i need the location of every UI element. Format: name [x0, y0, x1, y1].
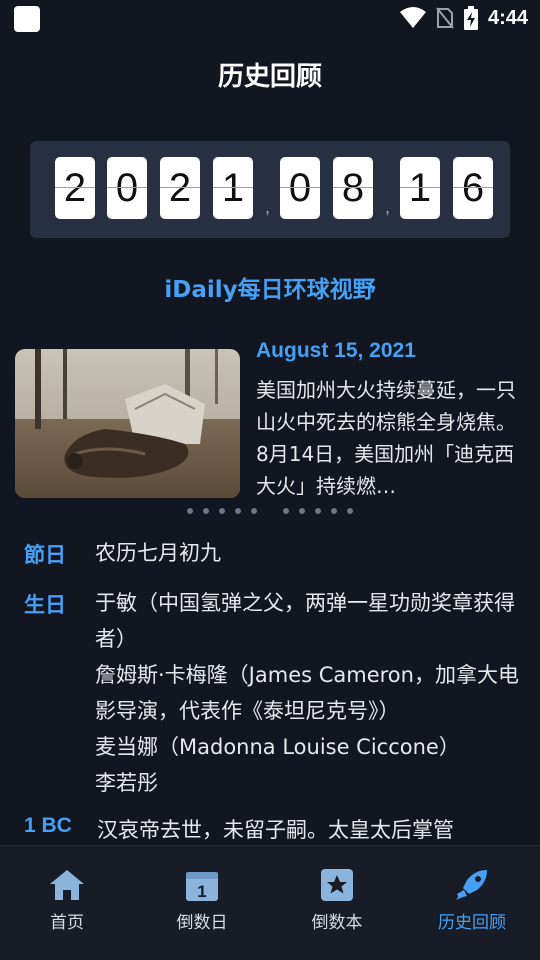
birthday-entry: 詹姆斯·卡梅隆（James Cameron，加拿大电影导演，代表作《泰坦尼克号》…	[95, 663, 519, 723]
rocket-icon	[456, 870, 487, 900]
date-separator: ,	[385, 197, 391, 217]
birthday-entry: 李若彤	[95, 771, 158, 795]
nav-history-review-label: 历史回顾	[438, 913, 506, 933]
date-display: 2 0 2 1 , 0 8 , 1 6	[30, 141, 510, 238]
carousel-dot	[283, 508, 289, 514]
birthday-label: 生日	[24, 593, 66, 617]
day-digit: 1	[400, 157, 440, 219]
nav-countdown-days-label: 倒数日	[176, 913, 228, 933]
battery-charging-icon	[463, 6, 478, 30]
app-notification-icon	[14, 6, 40, 32]
carousel-dot	[347, 508, 353, 514]
carousel-dots	[0, 508, 540, 514]
carousel-dot	[331, 508, 337, 514]
birthday-list: 于敏（中国氢弹之父，两弹一星功勋奖章获得者） 詹姆斯·卡梅隆（James Cam…	[95, 585, 525, 801]
carousel-dot	[315, 508, 321, 514]
year-digit: 1	[213, 157, 253, 219]
nav-countdown-days[interactable]: 1 倒数日	[147, 868, 257, 933]
page-title: 历史回顾	[217, 62, 322, 92]
carousel-dot	[203, 508, 209, 514]
date-separator: ,	[265, 197, 271, 217]
birthday-entry: 于敏（中国氢弹之父，两弹一星功勋奖章获得者）	[95, 591, 515, 651]
event-year-label: 1 BC	[24, 814, 72, 837]
nav-countdown-book[interactable]: 倒数本	[282, 868, 392, 933]
section-title[interactable]: iDaily每日环球视野	[0, 270, 540, 304]
carousel-dot	[235, 508, 241, 514]
star-book-icon	[321, 869, 353, 901]
news-summary[interactable]: 美国加州大火持续蔓延，一只山火中死去的棕熊全身烧焦。8月14日，美国加州「迪克西…	[256, 374, 528, 506]
news-date: August 15, 2021	[256, 339, 416, 362]
day-digit: 6	[453, 157, 493, 219]
year-digit: 2	[160, 157, 200, 219]
carousel-dot	[219, 508, 225, 514]
year-digit: 0	[107, 157, 147, 219]
carousel-dot	[299, 508, 305, 514]
nav-countdown-book-label: 倒数本	[311, 913, 363, 933]
month-digit: 0	[280, 157, 320, 219]
status-bar: 4:44	[0, 0, 540, 36]
no-sim-icon	[436, 7, 454, 29]
birthday-entry: 麦当娜（Madonna Louise Ciccone）	[95, 735, 460, 759]
home-icon	[50, 870, 84, 900]
calendar-one-icon: 1	[186, 872, 218, 901]
nav-history-review[interactable]: 历史回顾	[417, 868, 527, 933]
news-photo-icon[interactable]	[15, 349, 240, 498]
carousel-dot	[187, 508, 193, 514]
svg-text:1: 1	[197, 882, 206, 901]
nav-home[interactable]: 首页	[12, 868, 122, 933]
clock-time: 4:44	[487, 6, 528, 29]
wifi-icon	[399, 7, 426, 28]
bottom-navigation: 首页 1 倒数日 倒数本 历史回顾	[0, 845, 540, 960]
holiday-text: 农历七月初九	[95, 541, 221, 565]
event-text: 汉哀帝去世，未留子嗣。太皇太后掌管	[97, 818, 454, 842]
carousel-dot	[251, 508, 257, 514]
nav-home-label: 首页	[50, 913, 84, 933]
holiday-label: 節日	[24, 543, 66, 567]
month-digit: 8	[333, 157, 373, 219]
year-digit: 2	[55, 157, 95, 219]
